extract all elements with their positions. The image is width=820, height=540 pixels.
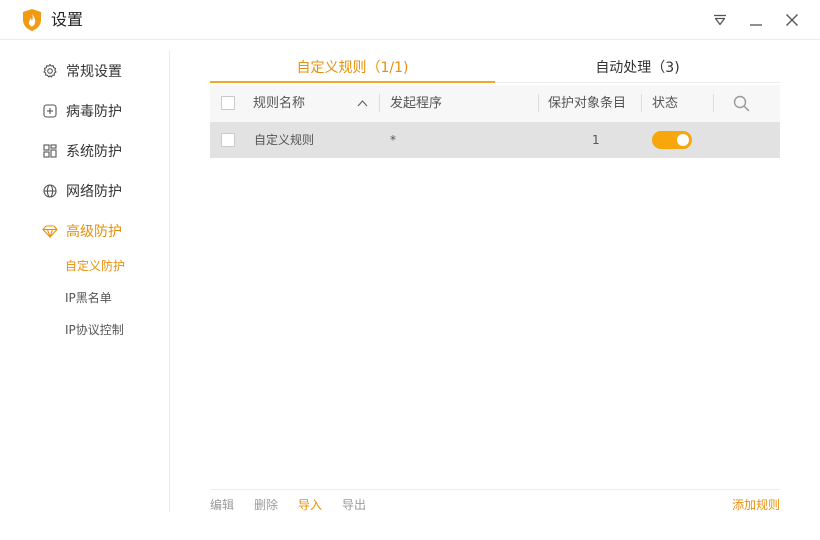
program-cell: * — [390, 133, 396, 147]
export-button[interactable]: 导出 — [342, 497, 366, 513]
search-icon[interactable] — [733, 95, 750, 112]
column-separator — [538, 94, 539, 112]
diamond-icon — [42, 223, 58, 239]
sidebar-item-general[interactable]: 常规设置 — [42, 61, 122, 81]
menu-triangle-icon — [714, 14, 726, 26]
import-button[interactable]: 导入 — [298, 497, 322, 513]
sidebar-item-label: 高级防护 — [66, 224, 122, 240]
sidebar-item-label: 病毒防护 — [66, 104, 122, 120]
column-header-name[interactable]: 规则名称 — [253, 85, 305, 122]
sidebar-subitem-ip-protocol[interactable]: IP协议控制 — [65, 322, 124, 338]
column-header-program[interactable]: 发起程序 — [390, 85, 442, 122]
toggle-knob — [677, 134, 689, 146]
minimize-button[interactable] — [744, 8, 768, 32]
sidebar-item-label: 系统防护 — [66, 144, 122, 160]
app-logo-icon — [23, 9, 41, 31]
active-tab-indicator — [210, 81, 495, 83]
column-separator — [379, 94, 380, 112]
table-header: 规则名称 发起程序 保护对象条目 状态 — [210, 85, 780, 122]
tab-custom-rules[interactable]: 自定义规则（1/1) — [210, 58, 495, 82]
footer-divider — [210, 489, 780, 490]
edit-button[interactable]: 编辑 — [210, 497, 234, 513]
status-toggle[interactable] — [652, 131, 692, 149]
sidebar-item-label: 常规设置 — [66, 64, 122, 80]
tab-auto-process[interactable]: 自动处理（3) — [495, 58, 780, 82]
tab-divider — [495, 82, 780, 83]
column-header-count[interactable]: 保护对象条目 — [548, 85, 626, 122]
table-row[interactable]: 自定义规则 * 1 — [210, 122, 780, 158]
sidebar-item-label: 网络防护 — [66, 184, 122, 200]
delete-button[interactable]: 删除 — [254, 497, 278, 513]
globe-icon — [42, 183, 58, 199]
sidebar-subitem-ip-blacklist[interactable]: IP黑名单 — [65, 290, 112, 306]
gear-icon — [42, 63, 58, 79]
grid-icon — [42, 143, 58, 159]
row-checkbox[interactable] — [221, 133, 235, 147]
column-separator — [641, 94, 642, 112]
count-cell: 1 — [592, 133, 600, 147]
sidebar-item-virus[interactable]: 病毒防护 — [42, 101, 122, 121]
add-rule-button[interactable]: 添加规则 — [732, 497, 780, 513]
close-button[interactable] — [780, 8, 804, 32]
column-header-status[interactable]: 状态 — [652, 85, 678, 122]
window-title: 设置 — [51, 10, 84, 29]
minimize-icon — [750, 24, 762, 26]
column-separator — [713, 94, 714, 112]
menu-button[interactable] — [708, 8, 732, 32]
sidebar-item-network[interactable]: 网络防护 — [42, 181, 122, 201]
plus-square-icon — [42, 103, 58, 119]
close-icon — [786, 14, 798, 26]
sidebar-item-advanced[interactable]: 高级防护 — [42, 221, 122, 241]
select-all-checkbox[interactable] — [221, 96, 235, 110]
sidebar-subitem-custom-protection[interactable]: 自定义防护 — [65, 258, 125, 274]
rule-name-cell: 自定义规则 — [254, 133, 315, 147]
sidebar-item-system[interactable]: 系统防护 — [42, 141, 122, 161]
settings-window: 设置 常规设置 病毒防护 系统防护 网络防护 高级防护 自定义防护 IP黑名单 … — [0, 0, 820, 540]
title-bar: 设置 — [0, 0, 820, 40]
sort-ascending-icon[interactable] — [357, 99, 368, 107]
